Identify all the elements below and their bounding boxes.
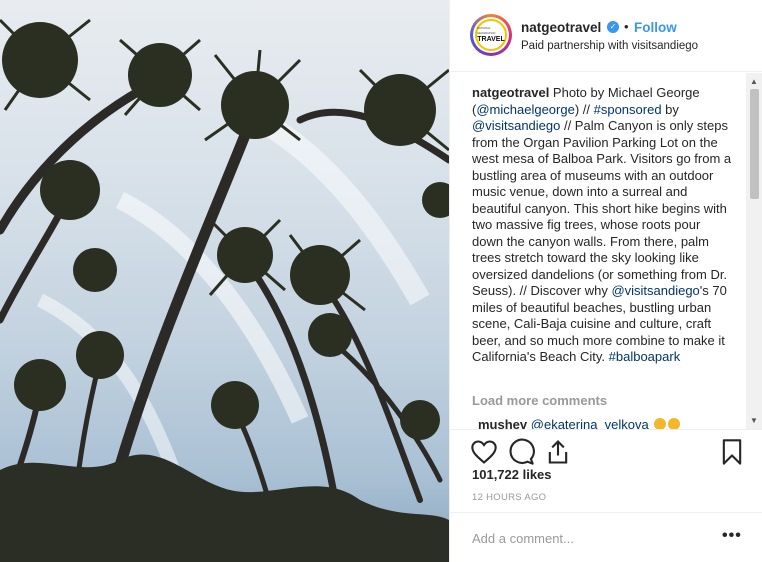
avatar-inner: NATIONAL GEOGRAPHIC TRAVEL [473,17,509,53]
comment-icon[interactable] [507,438,535,466]
caption-mention-michaelgeorge[interactable]: @michaelgeorge [476,102,574,117]
scroll-up-arrow-icon[interactable]: ▲ [750,77,758,86]
username-link[interactable]: natgeotravel [521,20,601,35]
post-panel: NATIONAL GEOGRAPHIC TRAVEL natgeotravel … [449,0,762,562]
follow-button[interactable]: Follow [634,20,677,35]
post-caption: natgeotravel Photo by Michael George (@m… [472,85,734,366]
comment-item: mushev @ekaterina_velkova [478,417,681,429]
natgeo-travel-logo: NATIONAL GEOGRAPHIC TRAVEL [475,19,507,51]
heart-eyes-emoji-icon [668,418,681,429]
caption-text-4: // Palm Canyon is only steps from the Or… [472,118,732,298]
caption-author[interactable]: natgeotravel [472,85,549,100]
heart-eyes-emoji-icon [654,418,667,429]
palm-trees-photo [0,18,449,562]
likes-count[interactable]: 101,722 likes [472,467,552,482]
logo-line-2: TRAVEL [477,36,505,43]
caption-hashtag-sponsored[interactable]: #sponsored [594,102,662,117]
add-comment-bar: ••• [450,512,762,562]
post-header: NATIONAL GEOGRAPHIC TRAVEL natgeotravel … [450,0,762,72]
more-options-button[interactable]: ••• [722,527,742,545]
bookmark-icon[interactable] [718,438,746,466]
verified-icon: ✓ [607,21,619,33]
scroll-down-arrow-icon[interactable]: ▼ [750,416,758,425]
caption-mention-visitsandiego[interactable]: @visitsandiego [472,118,560,133]
heart-icon[interactable] [470,438,498,466]
caption-hashtag-balboapark[interactable]: #balboapark [609,349,681,364]
caption-mention-visitsandiego-2[interactable]: @visitsandiego [611,283,699,298]
avatar[interactable]: NATIONAL GEOGRAPHIC TRAVEL [470,14,512,56]
scrollbar-thumb[interactable] [750,89,759,199]
comment-mention[interactable]: @ekaterina_velkova [531,417,649,429]
comment-user[interactable]: mushev [478,417,527,429]
comments-section: natgeotravel Photo by Michael George (@m… [450,73,762,429]
logo-line-1: NATIONAL GEOGRAPHIC [477,27,496,35]
load-more-comments-button[interactable]: Load more comments [472,393,607,408]
share-icon[interactable] [544,438,572,466]
post-timestamp[interactable]: 12 HOURS AGO [472,492,546,503]
separator-dot: • [624,19,629,34]
caption-text-2: ) // [574,101,594,117]
comments-scrollbar[interactable]: ▲ ▼ [746,73,762,429]
paid-partnership-label[interactable]: Paid partnership with visitsandiego [521,40,698,52]
post-photo[interactable] [0,0,449,562]
add-comment-input[interactable] [470,527,714,549]
caption-text-3: by [661,101,679,117]
